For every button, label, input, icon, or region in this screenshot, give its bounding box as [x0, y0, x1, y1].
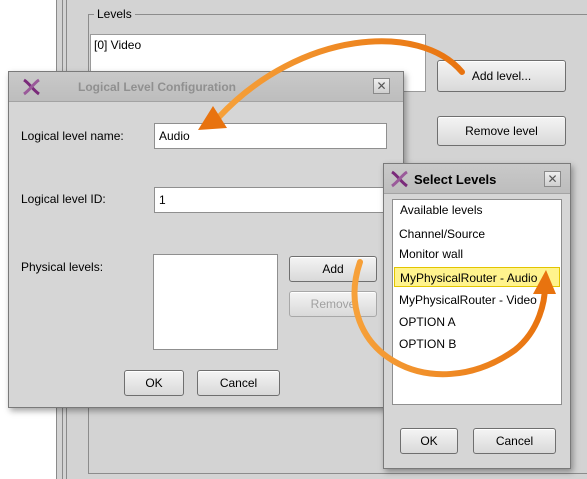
annotation-arrows — [198, 38, 556, 378]
curved-arrow — [351, 259, 548, 378]
arrowhead — [533, 270, 556, 294]
curved-arrow — [215, 38, 465, 121]
